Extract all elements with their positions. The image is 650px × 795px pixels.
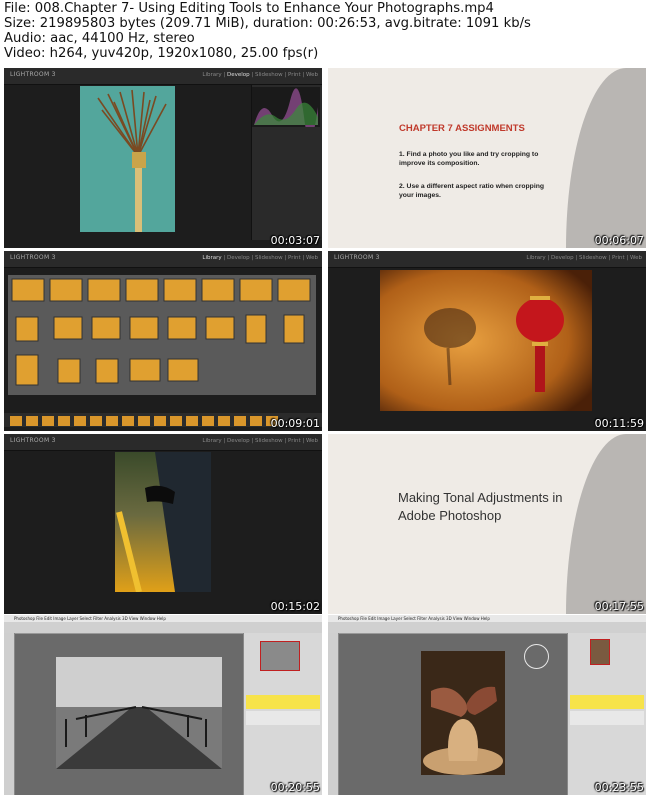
- brush-cursor: [524, 644, 549, 669]
- layer-row-selected[interactable]: [246, 695, 320, 709]
- layer-row-selected[interactable]: [570, 695, 644, 709]
- navigator-thumb: [260, 641, 300, 671]
- module-web[interactable]: Web: [306, 255, 318, 261]
- module-develop[interactable]: Develop: [227, 438, 250, 444]
- module-slideshow[interactable]: Slideshow: [255, 255, 283, 261]
- layer-row-background[interactable]: [570, 711, 644, 725]
- histogram: [252, 87, 320, 139]
- lightroom-logo: LIGHTROOM 3: [10, 254, 56, 261]
- video-line: Video: h264, yuv420p, 1920x1080, 25.00 f…: [4, 46, 319, 61]
- slide-decor: [566, 434, 646, 614]
- thumbnail-7[interactable]: Photoshop File Edit Image Layer Select F…: [4, 615, 322, 795]
- lightroom-topbar: LIGHTROOM 3 Library | Develop | Slidesho…: [328, 251, 646, 268]
- photo-canvas: [80, 86, 175, 232]
- tools-panel[interactable]: [4, 633, 15, 795]
- module-slideshow[interactable]: Slideshow: [579, 255, 607, 261]
- layer-row-background[interactable]: [246, 711, 320, 725]
- layers-panel[interactable]: [567, 633, 646, 795]
- assign-title: CHAPTER 7 ASSIGNMENTS: [399, 123, 525, 134]
- navigator-thumb: [590, 639, 610, 665]
- module-print[interactable]: Print: [288, 255, 301, 261]
- module-picker: Library | Develop | Slideshow | Print | …: [526, 255, 642, 261]
- thumbnail-1[interactable]: LIGHTROOM 3 Library | Develop | Slidesho…: [4, 68, 322, 248]
- slide-decor: [566, 68, 646, 248]
- size-line: Size: 219895803 bytes (209.71 MiB), dura…: [4, 16, 531, 31]
- module-picker: Library | Develop | Slideshow | Print | …: [202, 72, 318, 78]
- module-slideshow[interactable]: Slideshow: [255, 438, 283, 444]
- layers-panel[interactable]: [243, 633, 322, 795]
- car-photo: [115, 452, 211, 593]
- lightroom-topbar: LIGHTROOM 3 Library | Develop | Slidesho…: [4, 434, 322, 451]
- photo-grid: [11, 278, 311, 386]
- photo-canvas: [380, 270, 592, 411]
- module-develop[interactable]: Develop: [227, 255, 250, 261]
- timestamp-4: 00:11:59: [594, 417, 644, 430]
- lightroom-topbar: LIGHTROOM 3 Library | Develop | Slidesho…: [4, 251, 322, 268]
- pier-photo: [56, 657, 222, 769]
- thumbnail-4[interactable]: LIGHTROOM 3 Library | Develop | Slidesho…: [328, 251, 646, 431]
- file-name-line: File: 008.Chapter 7- Using Editing Tools…: [4, 1, 494, 16]
- timestamp-2: 00:06:07: [594, 234, 644, 247]
- timestamp-7: 00:20:55: [270, 781, 320, 794]
- module-print[interactable]: Print: [288, 72, 301, 78]
- assign-item-2: 2. Use a different aspect ratio when cro…: [399, 183, 545, 199]
- photoshop-menubar[interactable]: Photoshop File Edit Image Layer Select F…: [4, 615, 322, 622]
- module-library[interactable]: Library: [202, 255, 221, 261]
- module-picker: Library | Develop | Slideshow | Print | …: [202, 438, 318, 444]
- lantern-photo: [380, 270, 592, 411]
- broom-photo: [80, 86, 175, 232]
- module-print[interactable]: Print: [612, 255, 625, 261]
- module-library[interactable]: Library: [526, 255, 545, 261]
- document-canvas: [421, 651, 505, 775]
- right-panel: [251, 85, 322, 240]
- module-develop[interactable]: Develop: [227, 72, 250, 78]
- thumbnail-3[interactable]: LIGHTROOM 3 Library | Develop | Slidesho…: [4, 251, 322, 431]
- module-picker: Library | Develop | Slideshow | Print | …: [202, 255, 318, 261]
- timestamp-3: 00:09:01: [270, 417, 320, 430]
- timestamp-1: 00:03:07: [270, 234, 320, 247]
- pottery-photo: [421, 651, 505, 775]
- timestamp-8: 00:23:55: [594, 781, 644, 794]
- assign-item-1: 1. Find a photo you like and try croppin…: [399, 151, 539, 167]
- lightroom-logo: LIGHTROOM 3: [10, 437, 56, 444]
- document-canvas: [56, 657, 222, 769]
- module-slideshow[interactable]: Slideshow: [255, 72, 283, 78]
- module-web[interactable]: Web: [306, 438, 318, 444]
- photo-canvas: [115, 452, 211, 593]
- module-library[interactable]: Library: [202, 72, 221, 78]
- grid-view: [8, 275, 316, 395]
- module-develop[interactable]: Develop: [551, 255, 574, 261]
- thumbnail-5[interactable]: LIGHTROOM 3 Library | Develop | Slidesho…: [4, 434, 322, 614]
- timestamp-6: 00:17:55: [594, 600, 644, 613]
- thumbnail-2[interactable]: CHAPTER 7 ASSIGNMENTS 1. Find a photo yo…: [328, 68, 646, 248]
- thumbnail-8[interactable]: Photoshop File Edit Image Layer Select F…: [328, 615, 646, 795]
- lightroom-logo: LIGHTROOM 3: [334, 254, 380, 261]
- audio-line: Audio: aac, 44100 Hz, stereo: [4, 31, 195, 46]
- timestamp-5: 00:15:02: [270, 600, 320, 613]
- lightroom-logo: LIGHTROOM 3: [10, 71, 56, 78]
- module-web[interactable]: Web: [306, 72, 318, 78]
- thumbnail-6[interactable]: Making Tonal Adjustments in Adobe Photos…: [328, 434, 646, 614]
- module-library[interactable]: Library: [202, 438, 221, 444]
- tonal-title: Making Tonal Adjustments in Adobe Photos…: [398, 490, 563, 523]
- module-print[interactable]: Print: [288, 438, 301, 444]
- lightroom-topbar: LIGHTROOM 3 Library | Develop | Slidesho…: [4, 68, 322, 85]
- module-web[interactable]: Web: [630, 255, 642, 261]
- photoshop-menubar[interactable]: Photoshop File Edit Image Layer Select F…: [328, 615, 646, 622]
- tools-panel[interactable]: [328, 633, 339, 795]
